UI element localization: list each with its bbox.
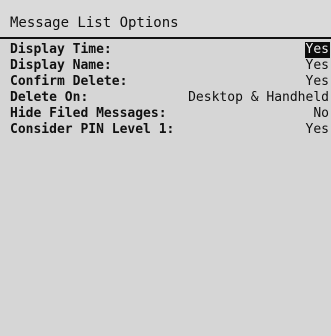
option-row-confirm-delete[interactable]: Confirm Delete: Yes: [0, 74, 331, 90]
option-label-hide-filed-messages: Hide Filed Messages:: [10, 106, 167, 121]
option-label-display-name: Display Name:: [10, 58, 112, 73]
option-row-hide-filed-messages[interactable]: Hide Filed Messages: No: [0, 106, 331, 122]
option-row-delete-on[interactable]: Delete On: Desktop & Handheld: [0, 90, 331, 106]
option-value-delete-on[interactable]: Desktop & Handheld: [187, 90, 330, 106]
option-row-display-time[interactable]: Display Time: Yes: [0, 42, 331, 58]
option-label-confirm-delete: Confirm Delete:: [10, 74, 128, 89]
option-row-display-name[interactable]: Display Name: Yes: [0, 58, 331, 74]
option-value-confirm-delete[interactable]: Yes: [305, 74, 330, 90]
screen-title: Message List Options: [10, 15, 179, 31]
option-value-display-time[interactable]: Yes: [304, 42, 330, 58]
options-list: Display Time: Yes Display Name: Yes Conf…: [0, 42, 331, 138]
message-list-options-screen: Message List Options Display Time: Yes D…: [0, 0, 331, 336]
option-label-delete-on: Delete On:: [10, 90, 89, 105]
option-value-display-name[interactable]: Yes: [305, 58, 330, 74]
title-divider: [0, 37, 331, 39]
option-value-hide-filed-messages[interactable]: No: [312, 106, 330, 122]
option-row-consider-pin-level-1[interactable]: Consider PIN Level 1: Yes: [0, 122, 331, 138]
option-label-display-time: Display Time:: [10, 42, 112, 57]
option-value-consider-pin-level-1[interactable]: Yes: [305, 122, 330, 138]
title-bar: Message List Options: [0, 0, 331, 37]
option-label-consider-pin-level-1: Consider PIN Level 1:: [10, 122, 175, 137]
